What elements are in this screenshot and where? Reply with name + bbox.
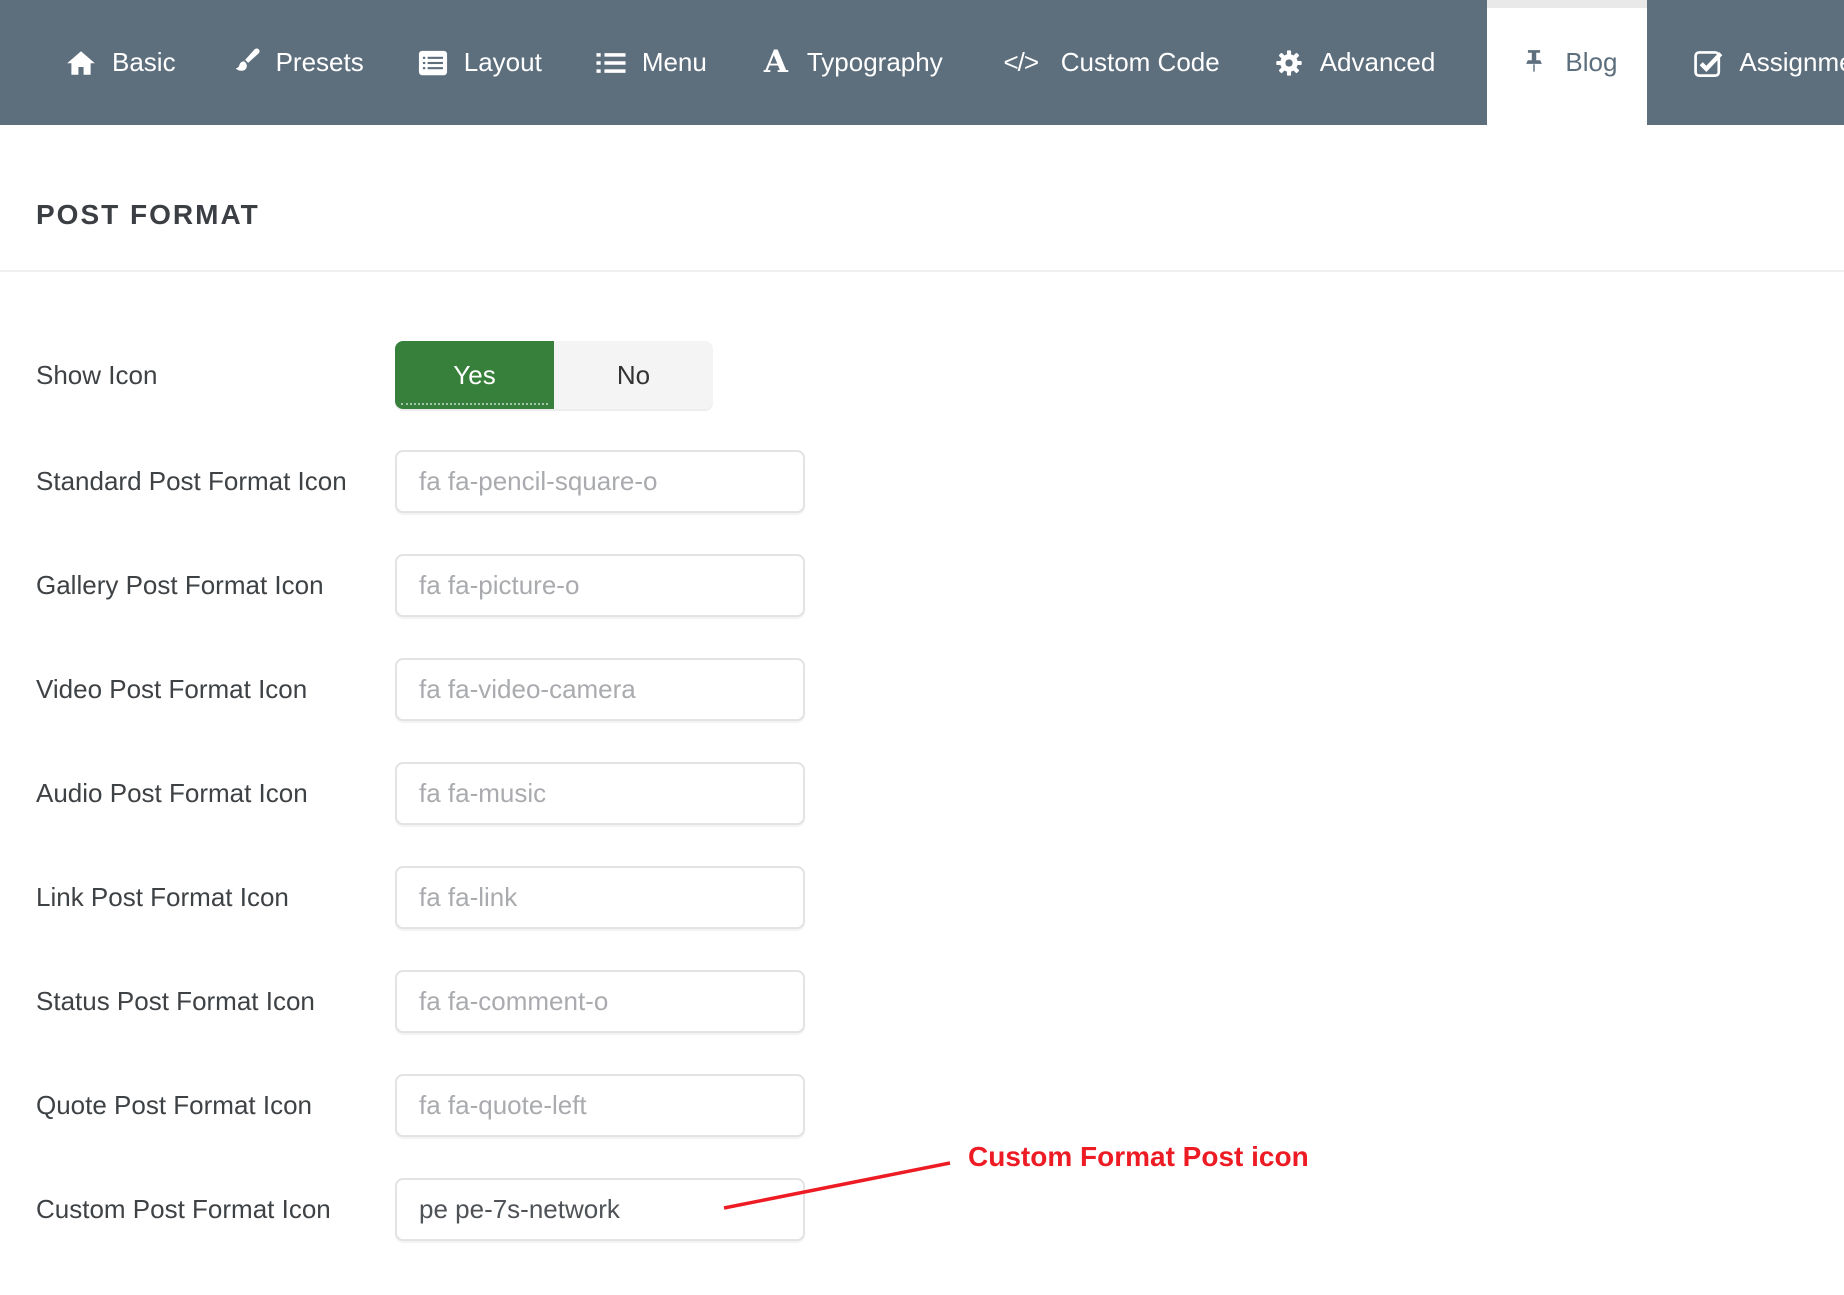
section-header: POST FORMAT: [0, 125, 1844, 272]
tab-presets[interactable]: Presets: [228, 0, 364, 125]
field-label: Link Post Format Icon: [36, 882, 395, 913]
show-icon-row: Show Icon Yes No: [36, 341, 1844, 409]
home-icon: [64, 46, 98, 80]
layout-icon: [416, 46, 450, 80]
field-label: Standard Post Format Icon: [36, 466, 395, 497]
paintbrush-icon: [228, 46, 262, 80]
show-icon-toggle: Yes No: [395, 341, 713, 409]
field-label: Custom Post Format Icon: [36, 1194, 395, 1225]
form-row-quote: Quote Post Format Icon: [36, 1074, 1844, 1137]
annotation-label: Custom Format Post icon: [968, 1141, 1309, 1173]
tab-typography[interactable]: A Typography: [759, 0, 943, 125]
icon-class-input[interactable]: [395, 970, 805, 1033]
form-row-audio: Audio Post Format Icon: [36, 762, 1844, 825]
form-row-standard: Standard Post Format Icon: [36, 450, 1844, 513]
field-label: Gallery Post Format Icon: [36, 570, 395, 601]
tab-blog[interactable]: Blog: [1487, 0, 1647, 125]
tab-label: Blog: [1565, 47, 1617, 78]
tab-label: Assignment: [1739, 47, 1844, 78]
tab-label: Menu: [642, 47, 707, 78]
post-format-form: Show Icon Yes No Standard Post Format Ic…: [0, 341, 1844, 1241]
tab-label: Typography: [807, 47, 943, 78]
tab-custom-code[interactable]: </> Custom Code: [995, 0, 1220, 125]
icon-class-input[interactable]: [395, 554, 805, 617]
page-title: POST FORMAT: [36, 199, 260, 231]
tab-label: Presets: [276, 47, 364, 78]
list-icon: [594, 46, 628, 80]
icon-class-input[interactable]: [395, 1178, 805, 1241]
tab-label: Custom Code: [1061, 47, 1220, 78]
toggle-no-button[interactable]: No: [554, 341, 713, 409]
icon-class-input[interactable]: [395, 1074, 805, 1137]
check-square-icon: [1691, 46, 1725, 80]
field-label: Audio Post Format Icon: [36, 778, 395, 809]
tab-label: Layout: [464, 47, 542, 78]
tab-menu[interactable]: Menu: [594, 0, 707, 125]
settings-tab-bar: Basic Presets Layout Menu A Typography <…: [0, 0, 1844, 125]
field-label: Quote Post Format Icon: [36, 1090, 395, 1121]
toggle-yes-button[interactable]: Yes: [395, 341, 554, 409]
field-label: Status Post Format Icon: [36, 986, 395, 1017]
icon-class-input[interactable]: [395, 866, 805, 929]
gear-icon: [1272, 46, 1306, 80]
tab-assignment[interactable]: Assignment: [1691, 0, 1844, 125]
form-row-video: Video Post Format Icon: [36, 658, 1844, 721]
tab-basic[interactable]: Basic: [64, 0, 176, 125]
pushpin-icon: [1517, 46, 1551, 80]
tab-label: Advanced: [1320, 47, 1436, 78]
tab-layout[interactable]: Layout: [416, 0, 542, 125]
code-icon: </>: [995, 46, 1047, 80]
icon-class-input[interactable]: [395, 658, 805, 721]
form-row-link: Link Post Format Icon: [36, 866, 1844, 929]
form-row-status: Status Post Format Icon: [36, 970, 1844, 1033]
font-icon: A: [759, 46, 793, 80]
tab-label: Basic: [112, 47, 176, 78]
form-row-custom: Custom Post Format Icon: [36, 1178, 1844, 1241]
form-row-gallery: Gallery Post Format Icon: [36, 554, 1844, 617]
field-label: Video Post Format Icon: [36, 674, 395, 705]
icon-class-input[interactable]: [395, 450, 805, 513]
icon-class-input[interactable]: [395, 762, 805, 825]
tab-advanced[interactable]: Advanced: [1272, 0, 1436, 125]
field-label: Show Icon: [36, 360, 395, 391]
